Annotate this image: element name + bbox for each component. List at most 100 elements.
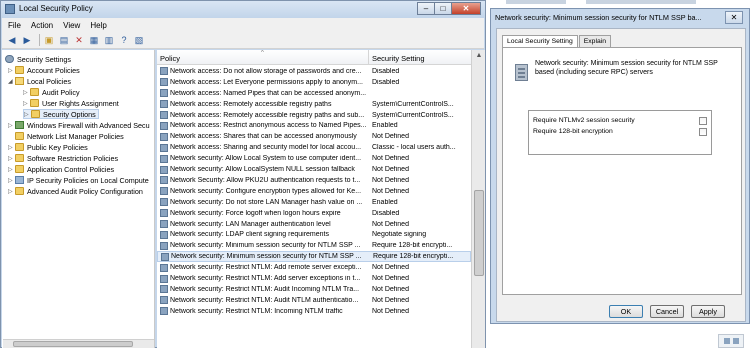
expand-arrow-icon[interactable]: ▷ — [8, 177, 15, 184]
tree-item-security-options[interactable]: ▷ Security Options — [23, 109, 99, 119]
menu-help[interactable]: Help — [90, 21, 106, 30]
expand-arrow-icon[interactable]: ▷ — [8, 166, 15, 173]
table-row[interactable]: Network security: Minimum session securi… — [157, 251, 471, 263]
policy-icon — [160, 111, 168, 120]
title-bar[interactable]: Local Security Policy – □ ✕ — [1, 1, 485, 18]
table-row[interactable]: Network security: Restrict NTLM: Audit I… — [157, 284, 471, 295]
table-row[interactable]: Network security: Restrict NTLM: Audit N… — [157, 295, 471, 306]
tree-item-audit-policy[interactable]: ▷ Audit Policy — [23, 87, 80, 97]
tab-explain[interactable]: Explain — [578, 35, 612, 47]
table-row[interactable]: Network access: Remotely accessible regi… — [157, 99, 471, 110]
tray-icon[interactable] — [732, 338, 739, 344]
table-row[interactable]: Network security: Do not store LAN Manag… — [157, 197, 471, 208]
table-row[interactable]: Network security: Force logoff when logo… — [157, 208, 471, 219]
minimize-button[interactable]: – — [417, 2, 435, 15]
ip-security-icon — [15, 176, 24, 184]
table-row[interactable]: Network security: Restrict NTLM: Incomin… — [157, 306, 471, 317]
security-setting-value: Disabled — [372, 67, 400, 75]
tree-item-network-list-manager[interactable]: Network List Manager Policies — [15, 131, 124, 141]
menu-action[interactable]: Action — [31, 21, 53, 30]
close-button[interactable]: ✕ — [451, 2, 481, 15]
expand-arrow-icon[interactable]: ▷ — [8, 144, 15, 151]
maximize-button[interactable]: □ — [434, 2, 452, 15]
column-header-policy[interactable]: Policy — [160, 54, 180, 63]
tree-item-windows-firewall[interactable]: ▷ Windows Firewall with Advanced Secu — [8, 120, 150, 130]
background-window-edge — [506, 0, 566, 4]
menu-file[interactable]: File — [8, 21, 21, 30]
table-row[interactable]: Network security: LAN Manager authentica… — [157, 219, 471, 230]
policy-icon — [160, 285, 168, 294]
security-setting-value: Enabled — [372, 122, 398, 130]
expand-arrow-icon[interactable]: ▷ — [8, 67, 15, 74]
table-row[interactable]: Network access: Restrict anonymous acces… — [157, 121, 471, 132]
expand-arrow-icon[interactable]: ▷ — [23, 100, 30, 107]
policy-icon — [160, 100, 168, 109]
checkbox[interactable] — [699, 127, 707, 136]
delete-icon[interactable]: ✕ — [73, 34, 85, 46]
table-row[interactable]: Network security: LDAP client signing re… — [157, 230, 471, 241]
tree-item-account-policies[interactable]: ▷ Account Policies — [8, 65, 80, 75]
column-header-security-setting[interactable]: Security Setting — [372, 54, 425, 63]
expand-arrow-icon[interactable]: ▷ — [23, 89, 30, 96]
folder-icon — [15, 66, 24, 74]
back-arrow-icon[interactable]: ◀ — [6, 34, 18, 46]
policy-name: Network access: Shares that can be acces… — [170, 133, 357, 141]
expand-arrow-icon[interactable]: ▷ — [24, 111, 31, 118]
tree-item-local-policies[interactable]: ◢ Local Policies — [8, 76, 71, 86]
apply-button[interactable]: Apply — [691, 305, 725, 318]
table-row[interactable]: Network access: Shares that can be acces… — [157, 131, 471, 142]
table-row[interactable]: Network security: Restrict NTLM: Add rem… — [157, 262, 471, 273]
expand-arrow-icon[interactable]: ▷ — [8, 122, 15, 129]
dialog-title-bar[interactable]: Network security: Minimum session securi… — [491, 9, 749, 26]
tree-item-ip-security[interactable]: ▷ IP Security Policies on Local Compute — [8, 175, 149, 185]
table-row[interactable]: Network access: Sharing and security mod… — [157, 142, 471, 153]
table-row[interactable]: Network access: Let Everyone permissions… — [157, 77, 471, 88]
tab-panel: Network security: Minimum session securi… — [502, 47, 742, 295]
show-hide-tree-icon[interactable]: ▤ — [58, 34, 70, 46]
tree-horizontal-scrollbar[interactable] — [3, 339, 154, 348]
security-setting-value: Require 128-bit encrypti... — [372, 242, 453, 250]
table-row[interactable]: Network access: Do not allow storage of … — [157, 66, 471, 77]
table-row[interactable]: Network access: Named Pipes that can be … — [157, 88, 471, 99]
table-row[interactable]: Network security: Allow Local System to … — [157, 153, 471, 164]
expand-arrow-icon[interactable]: ▷ — [8, 155, 15, 162]
table-row[interactable]: Network Security: Allow PKU2U authentica… — [157, 175, 471, 186]
table-row[interactable]: Network security: Allow LocalSystem NULL… — [157, 164, 471, 175]
table-row[interactable]: Network security: Restrict NTLM: Add ser… — [157, 273, 471, 284]
forward-arrow-icon[interactable]: ▶ — [21, 34, 33, 46]
help-icon[interactable]: ? — [118, 34, 130, 46]
policy-icon — [160, 296, 168, 305]
taskbar-tray[interactable] — [718, 334, 744, 348]
ok-button[interactable]: OK — [609, 305, 643, 318]
folder-icon — [15, 187, 24, 195]
column-divider[interactable] — [368, 50, 369, 65]
checkbox[interactable] — [699, 116, 707, 125]
dialog-close-button[interactable]: ✕ — [725, 11, 743, 24]
scroll-up-arrow-icon[interactable]: ▲ — [474, 52, 484, 62]
table-row[interactable]: Network access: Remotely accessible regi… — [157, 110, 471, 121]
security-setting-value: Require 128-bit encrypti... — [373, 253, 454, 261]
tray-icon[interactable] — [723, 338, 730, 344]
list-vertical-scrollbar[interactable]: ▲ — [471, 50, 485, 348]
option-require-ntlmv2[interactable]: Require NTLMv2 session security — [533, 116, 709, 125]
tree-item-software-restriction[interactable]: ▷ Software Restriction Policies — [8, 153, 118, 163]
expand-arrow-icon[interactable]: ▷ — [8, 188, 15, 195]
properties-icon[interactable]: ▦ — [88, 34, 100, 46]
menu-view[interactable]: View — [63, 21, 80, 30]
scrollbar-thumb[interactable] — [474, 190, 484, 276]
up-folder-icon[interactable]: ▣ — [43, 34, 55, 46]
cancel-button[interactable]: Cancel — [650, 305, 684, 318]
tree-item-public-key-policies[interactable]: ▷ Public Key Policies — [8, 142, 88, 152]
tree-item-user-rights-assignment[interactable]: ▷ User Rights Assignment — [23, 98, 119, 108]
export-list-icon[interactable]: ▥ — [103, 34, 115, 46]
scrollbar-thumb[interactable] — [13, 341, 133, 347]
tree-item-advanced-audit[interactable]: ▷ Advanced Audit Policy Configuration — [8, 186, 143, 196]
tree-item-security-settings[interactable]: Security Settings — [5, 54, 71, 64]
table-row[interactable]: Network security: Configure encryption t… — [157, 186, 471, 197]
tree-item-application-control[interactable]: ▷ Application Control Policies — [8, 164, 114, 174]
collapse-arrow-icon[interactable]: ◢ — [8, 78, 15, 85]
option-label: Require NTLMv2 session security — [533, 117, 635, 124]
table-row[interactable]: Network security: Minimum session securi… — [157, 240, 471, 251]
view-icon[interactable]: ▧ — [133, 34, 145, 46]
option-require-128bit[interactable]: Require 128-bit encryption — [533, 127, 709, 136]
